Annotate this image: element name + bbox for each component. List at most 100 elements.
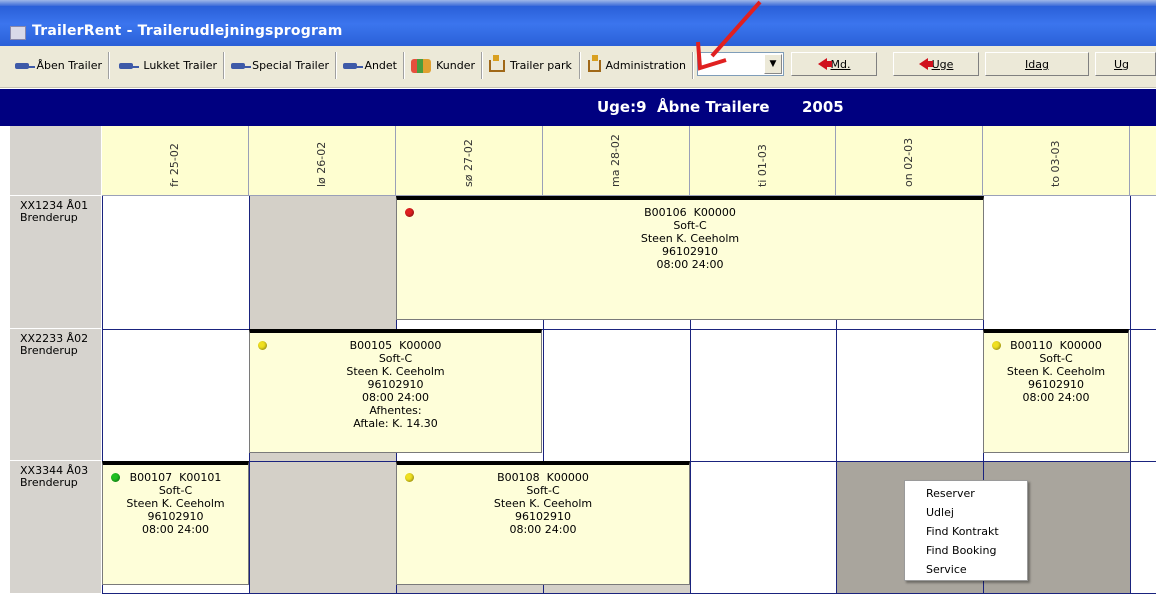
tab-label: Special Trailer (252, 59, 329, 72)
booking-card[interactable]: B00107 K00101 Soft-C Steen K. Ceeholm 96… (102, 461, 249, 585)
tab-label: Andet (364, 59, 397, 72)
window-title: TrailerRent - Trailerudlejningsprogram (32, 23, 343, 39)
booking-time: 08:00 24:00 (142, 523, 209, 536)
booking-id: B00105 (349, 339, 393, 352)
booking-phone: 96102910 (515, 510, 571, 523)
customer-id: K00000 (1059, 339, 1102, 352)
status-dot-icon (405, 473, 414, 482)
tab-label: Lukket Trailer (143, 59, 217, 72)
booking-card[interactable]: B00105 K00000 Soft-C Steen K. Ceeholm 96… (249, 329, 542, 453)
status-dot-icon (992, 341, 1001, 350)
status-dot-icon (405, 208, 414, 217)
booking-id: B00108 (497, 471, 540, 484)
tab-aaben-trailer[interactable]: Åben Trailer (10, 52, 109, 79)
column-date: ma 28-02 (609, 134, 622, 187)
week-combo[interactable]: ▼ (697, 52, 784, 76)
booking-time: 08:00 24:00 (362, 391, 429, 404)
status-dot-icon (258, 341, 267, 350)
status-dot-icon (111, 473, 120, 482)
customer-id: K00000 (693, 206, 736, 219)
customer-id: K00000 (546, 471, 589, 484)
column-header[interactable]: sø 27-02 (396, 126, 543, 196)
tab-administration[interactable]: Administration (583, 52, 693, 79)
booking-time: 08:00 24:00 (656, 258, 724, 271)
booking-phone: 96102910 (662, 245, 718, 258)
booking-name: Steen K. Ceeholm (640, 232, 740, 245)
column-header[interactable]: fr 25-02 (102, 126, 249, 196)
column-header[interactable]: lø 26-02 (249, 126, 396, 196)
red-arrow-left-icon (817, 58, 832, 70)
column-header-partial (1130, 126, 1156, 196)
booking-phone: 96102910 (147, 510, 204, 523)
trailer-brand: Brenderup (20, 476, 78, 489)
menu-item-find-kontrakt[interactable]: Find Kontrakt (905, 522, 1027, 541)
tab-trailer-park[interactable]: Trailer park (484, 52, 580, 79)
row-header[interactable]: XX2233 Å02 Brenderup (10, 329, 102, 461)
booking-card[interactable]: B00106 K00000 Soft-C Steen K. Ceeholm 96… (396, 196, 984, 320)
booking-note: Aftale: K. 14.30 (353, 417, 438, 430)
tab-kunder[interactable]: Kunder (406, 52, 482, 79)
booking-phone: 96102910 (1028, 378, 1084, 391)
row-header[interactable]: XX1234 Å01 Brenderup (10, 196, 102, 329)
column-header[interactable]: to 03-03 (983, 126, 1130, 196)
booking-time: 08:00 24:00 (509, 523, 577, 536)
menu-item-udlej[interactable]: Udlej (905, 503, 1027, 522)
column-date: ti 01-03 (755, 144, 769, 187)
booking-company: Soft-C (158, 484, 193, 497)
column-date: to 03-03 (1049, 140, 1062, 187)
tab-label: Trailer park (510, 59, 572, 72)
column-header[interactable]: ti 01-03 (690, 126, 836, 196)
trailer-icon (15, 61, 36, 71)
administration-icon (588, 54, 601, 72)
button-label: Uge (931, 57, 954, 71)
button-label: Md. (830, 57, 851, 71)
banner-category: Åbne Trailere (657, 98, 770, 116)
banner-year: 2005 (802, 98, 844, 116)
toolbar: Åben Trailer Lukket Trailer Special Trai… (0, 46, 1156, 88)
previous-week-button[interactable]: Uge (893, 52, 979, 76)
trailer-brand: Brenderup (20, 344, 78, 357)
booking-ids: B00110 K00000 (984, 339, 1128, 352)
column-date: on 02-03 (902, 137, 915, 187)
column-date: lø 26-02 (315, 141, 328, 187)
booking-ids: B00105 K00000 (250, 339, 541, 352)
trailer-park-icon (489, 54, 505, 72)
booking-card[interactable]: B00108 K00000 Soft-C Steen K. Ceeholm 96… (396, 461, 690, 585)
booking-name: Steen K. Ceeholm (1006, 365, 1106, 378)
button-label: Idag (1025, 57, 1049, 71)
calendar-cell-weekend[interactable] (249, 196, 396, 329)
trailer-icon (119, 61, 140, 71)
booking-time: 08:00 24:00 (1022, 391, 1090, 404)
grid-corner (10, 126, 102, 196)
tab-special-trailer[interactable]: Special Trailer (226, 52, 336, 79)
row-header[interactable]: XX3344 Å03 Brenderup (10, 461, 102, 594)
column-date: fr 25-02 (168, 143, 181, 187)
menu-item-find-booking[interactable]: Find Booking (905, 541, 1027, 560)
booking-ids: B00107 K00101 (103, 471, 248, 484)
booking-company: Soft-C (378, 352, 413, 365)
booking-company: Soft-C (526, 484, 560, 497)
booking-phone: 96102910 (367, 378, 424, 391)
column-header[interactable]: on 02-03 (836, 126, 983, 196)
tab-label: Administration (605, 59, 687, 72)
booking-id: B00107 (129, 471, 173, 484)
tab-lukket-trailer[interactable]: Lukket Trailer (114, 52, 224, 79)
booking-card[interactable]: B00110 K00000 Soft-C Steen K. Ceeholm 96… (983, 329, 1129, 453)
banner-week: Uge:9 (597, 98, 647, 116)
booking-name: Steen K. Ceeholm (493, 497, 593, 510)
column-date: sø 27-02 (462, 139, 475, 187)
menu-item-reserver[interactable]: Reserver (905, 484, 1027, 503)
context-menu: Reserver Udlej Find Kontrakt Find Bookin… (904, 480, 1028, 581)
chevron-down-icon[interactable]: ▼ (764, 54, 782, 74)
column-header[interactable]: ma 28-02 (543, 126, 690, 196)
previous-month-button[interactable]: Md. (791, 52, 877, 76)
menu-item-service[interactable]: Service (905, 560, 1027, 579)
next-week-button[interactable]: Ug (1095, 52, 1156, 76)
booking-company: Soft-C (1039, 352, 1073, 365)
booking-name: Steen K. Ceeholm (126, 497, 225, 510)
tab-label: Kunder (436, 59, 475, 72)
booking-ids: B00108 K00000 (397, 471, 689, 484)
tab-andet[interactable]: Andet (338, 52, 404, 79)
today-button[interactable]: Idag (985, 52, 1089, 76)
calendar-cell-weekend[interactable] (249, 461, 396, 594)
